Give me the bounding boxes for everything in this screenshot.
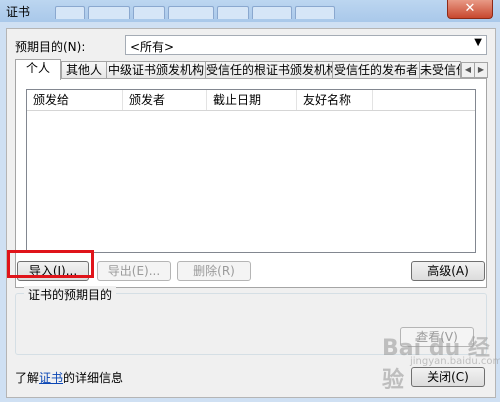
background-tab bbox=[133, 6, 165, 19]
import-button-highlight bbox=[7, 250, 94, 278]
learn-more-text: 了解证书的详细信息 bbox=[15, 369, 123, 386]
intended-purpose-value: <所有> bbox=[130, 40, 175, 54]
tab-personal[interactable]: 个人 bbox=[15, 59, 61, 80]
background-tab bbox=[295, 6, 335, 19]
advanced-button[interactable]: 高级(A) bbox=[411, 261, 485, 281]
column-issued-to[interactable]: 颁发给 bbox=[27, 90, 123, 110]
background-tab bbox=[168, 6, 214, 19]
background-tab bbox=[252, 6, 292, 19]
export-button[interactable]: 导出(E)... bbox=[97, 261, 171, 281]
column-expiration-date[interactable]: 截止日期 bbox=[207, 90, 297, 110]
window-close-button[interactable]: ✕ bbox=[447, 0, 493, 19]
certificates-link[interactable]: 证书 bbox=[39, 371, 63, 385]
background-tab bbox=[217, 6, 249, 19]
tab-untrusted[interactable]: 未受信任 bbox=[419, 61, 461, 79]
tab-scroll-left-icon[interactable]: ◀ bbox=[461, 62, 475, 78]
intended-purpose-label: 预期目的(N): bbox=[15, 40, 86, 54]
tab-trusted-publishers[interactable]: 受信任的发布者 bbox=[332, 61, 420, 79]
dropdown-arrow-icon: ▼ bbox=[474, 37, 482, 48]
intended-purpose-select[interactable]: <所有> ▼ bbox=[125, 35, 487, 55]
background-tab bbox=[55, 6, 85, 19]
column-friendly-name[interactable]: 友好名称 bbox=[297, 90, 373, 110]
list-header: 颁发给 颁发者 截止日期 友好名称 bbox=[27, 90, 475, 111]
title-bar: 证书 ✕ bbox=[0, 0, 500, 22]
window-title: 证书 bbox=[6, 5, 31, 19]
learn-more-prefix: 了解 bbox=[15, 371, 40, 385]
column-issued-by[interactable]: 颁发者 bbox=[123, 90, 207, 110]
certificate-list[interactable]: 颁发给 颁发者 截止日期 友好名称 bbox=[26, 89, 476, 253]
tab-scroll-right-icon[interactable]: ▶ bbox=[474, 62, 488, 78]
background-tab bbox=[88, 6, 130, 19]
tab-intermediate-ca[interactable]: 中级证书颁发机构 bbox=[106, 61, 206, 79]
certificate-store-tabs: 个人 其他人 中级证书颁发机构 受信任的根证书颁发机构 受信任的发布者 未受信任… bbox=[15, 59, 488, 80]
learn-more-suffix: 的详细信息 bbox=[63, 371, 124, 385]
tab-other-people[interactable]: 其他人 bbox=[61, 61, 107, 79]
intended-purposes-label: 证书的预期目的 bbox=[24, 286, 117, 303]
watermark-url: jingyan.baidu.com bbox=[410, 356, 500, 367]
tab-trusted-root-ca[interactable]: 受信任的根证书颁发机构 bbox=[205, 61, 333, 79]
remove-button[interactable]: 删除(R) bbox=[177, 261, 251, 281]
